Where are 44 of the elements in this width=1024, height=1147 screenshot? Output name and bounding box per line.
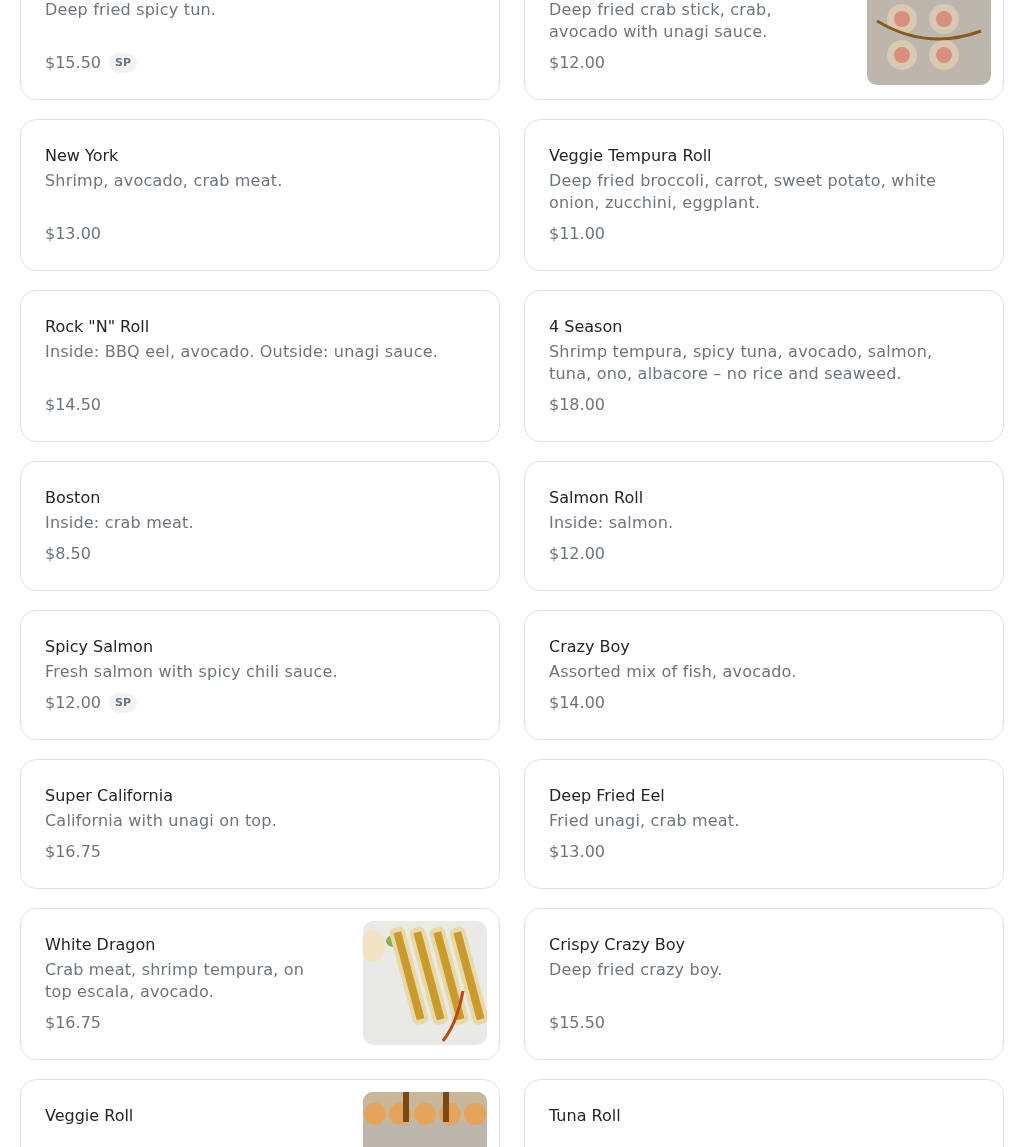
item-price: $12.00	[549, 543, 605, 565]
item-description: Fresh salmon with spicy chili sauce.	[45, 661, 339, 683]
item-description: Inside: BBQ eel, avocado. Outside: unagi sauce.	[45, 341, 439, 363]
item-price: $14.00	[549, 692, 605, 714]
item-title: Salmon Roll	[549, 487, 645, 509]
item-description: Deep fried spicy tun.	[45, 0, 218, 21]
item-description: Shrimp, avocado, crab meat.	[45, 170, 284, 192]
item-title: New York	[45, 145, 120, 167]
item-price: $11.00	[549, 223, 605, 245]
item-title: Veggie Tempura Roll	[549, 145, 713, 167]
item-description: Inside: crab meat.	[45, 512, 195, 534]
item-title: Boston	[45, 487, 102, 509]
item-price: $8.50	[45, 543, 91, 565]
spicy-badge: SP	[109, 693, 137, 713]
item-description: Deep fried broccoli, carrot, sweet potato, white onion, zucchini, eggplant.	[549, 170, 938, 214]
item-title: Crispy Crazy Boy	[549, 934, 686, 956]
item-description: Inside: salmon.	[549, 512, 675, 534]
item-title: Super California	[45, 785, 174, 807]
item-price: $12.00	[45, 692, 101, 714]
item-description: Deep fried crab stick, crab, avocado with unagi sauce.	[549, 0, 773, 43]
item-title: Spicy Salmon	[45, 636, 155, 658]
item-description: Deep fried crazy boy.	[549, 959, 724, 981]
item-title: 4 Season	[549, 316, 624, 338]
item-description: Assorted mix of fish, avocado.	[549, 661, 798, 683]
item-price: $15.50	[549, 1012, 605, 1034]
item-title: Crazy Boy	[549, 636, 631, 658]
item-description: California with unagi on top.	[45, 810, 278, 832]
item-description: Crab meat, shrimp tempura, on top escala, avocado.	[45, 959, 306, 1003]
item-price: $13.00	[549, 841, 605, 863]
item-price: $14.50	[45, 394, 101, 416]
spicy-badge: SP	[109, 53, 137, 73]
item-description: Shrimp tempura, spicy tuna, avocado, salmon, tuna, ono, albacore – no rice and seaweed.	[549, 341, 934, 385]
item-title: White Dragon	[45, 934, 157, 956]
item-price: $18.00	[549, 394, 605, 416]
item-title: Rock "N" Roll	[45, 316, 151, 338]
item-title: Deep Fried Eel	[549, 785, 666, 807]
item-price: $13.00	[45, 223, 101, 245]
item-title: Tuna Roll	[549, 1105, 622, 1127]
item-title: Veggie Roll	[45, 1105, 135, 1127]
item-price: $16.75	[45, 1012, 101, 1034]
item-price: $12.00	[549, 52, 605, 74]
item-price: $16.75	[45, 841, 101, 863]
item-price: $15.50	[45, 52, 101, 74]
item-description: Fried unagi, crab meat.	[549, 810, 741, 832]
